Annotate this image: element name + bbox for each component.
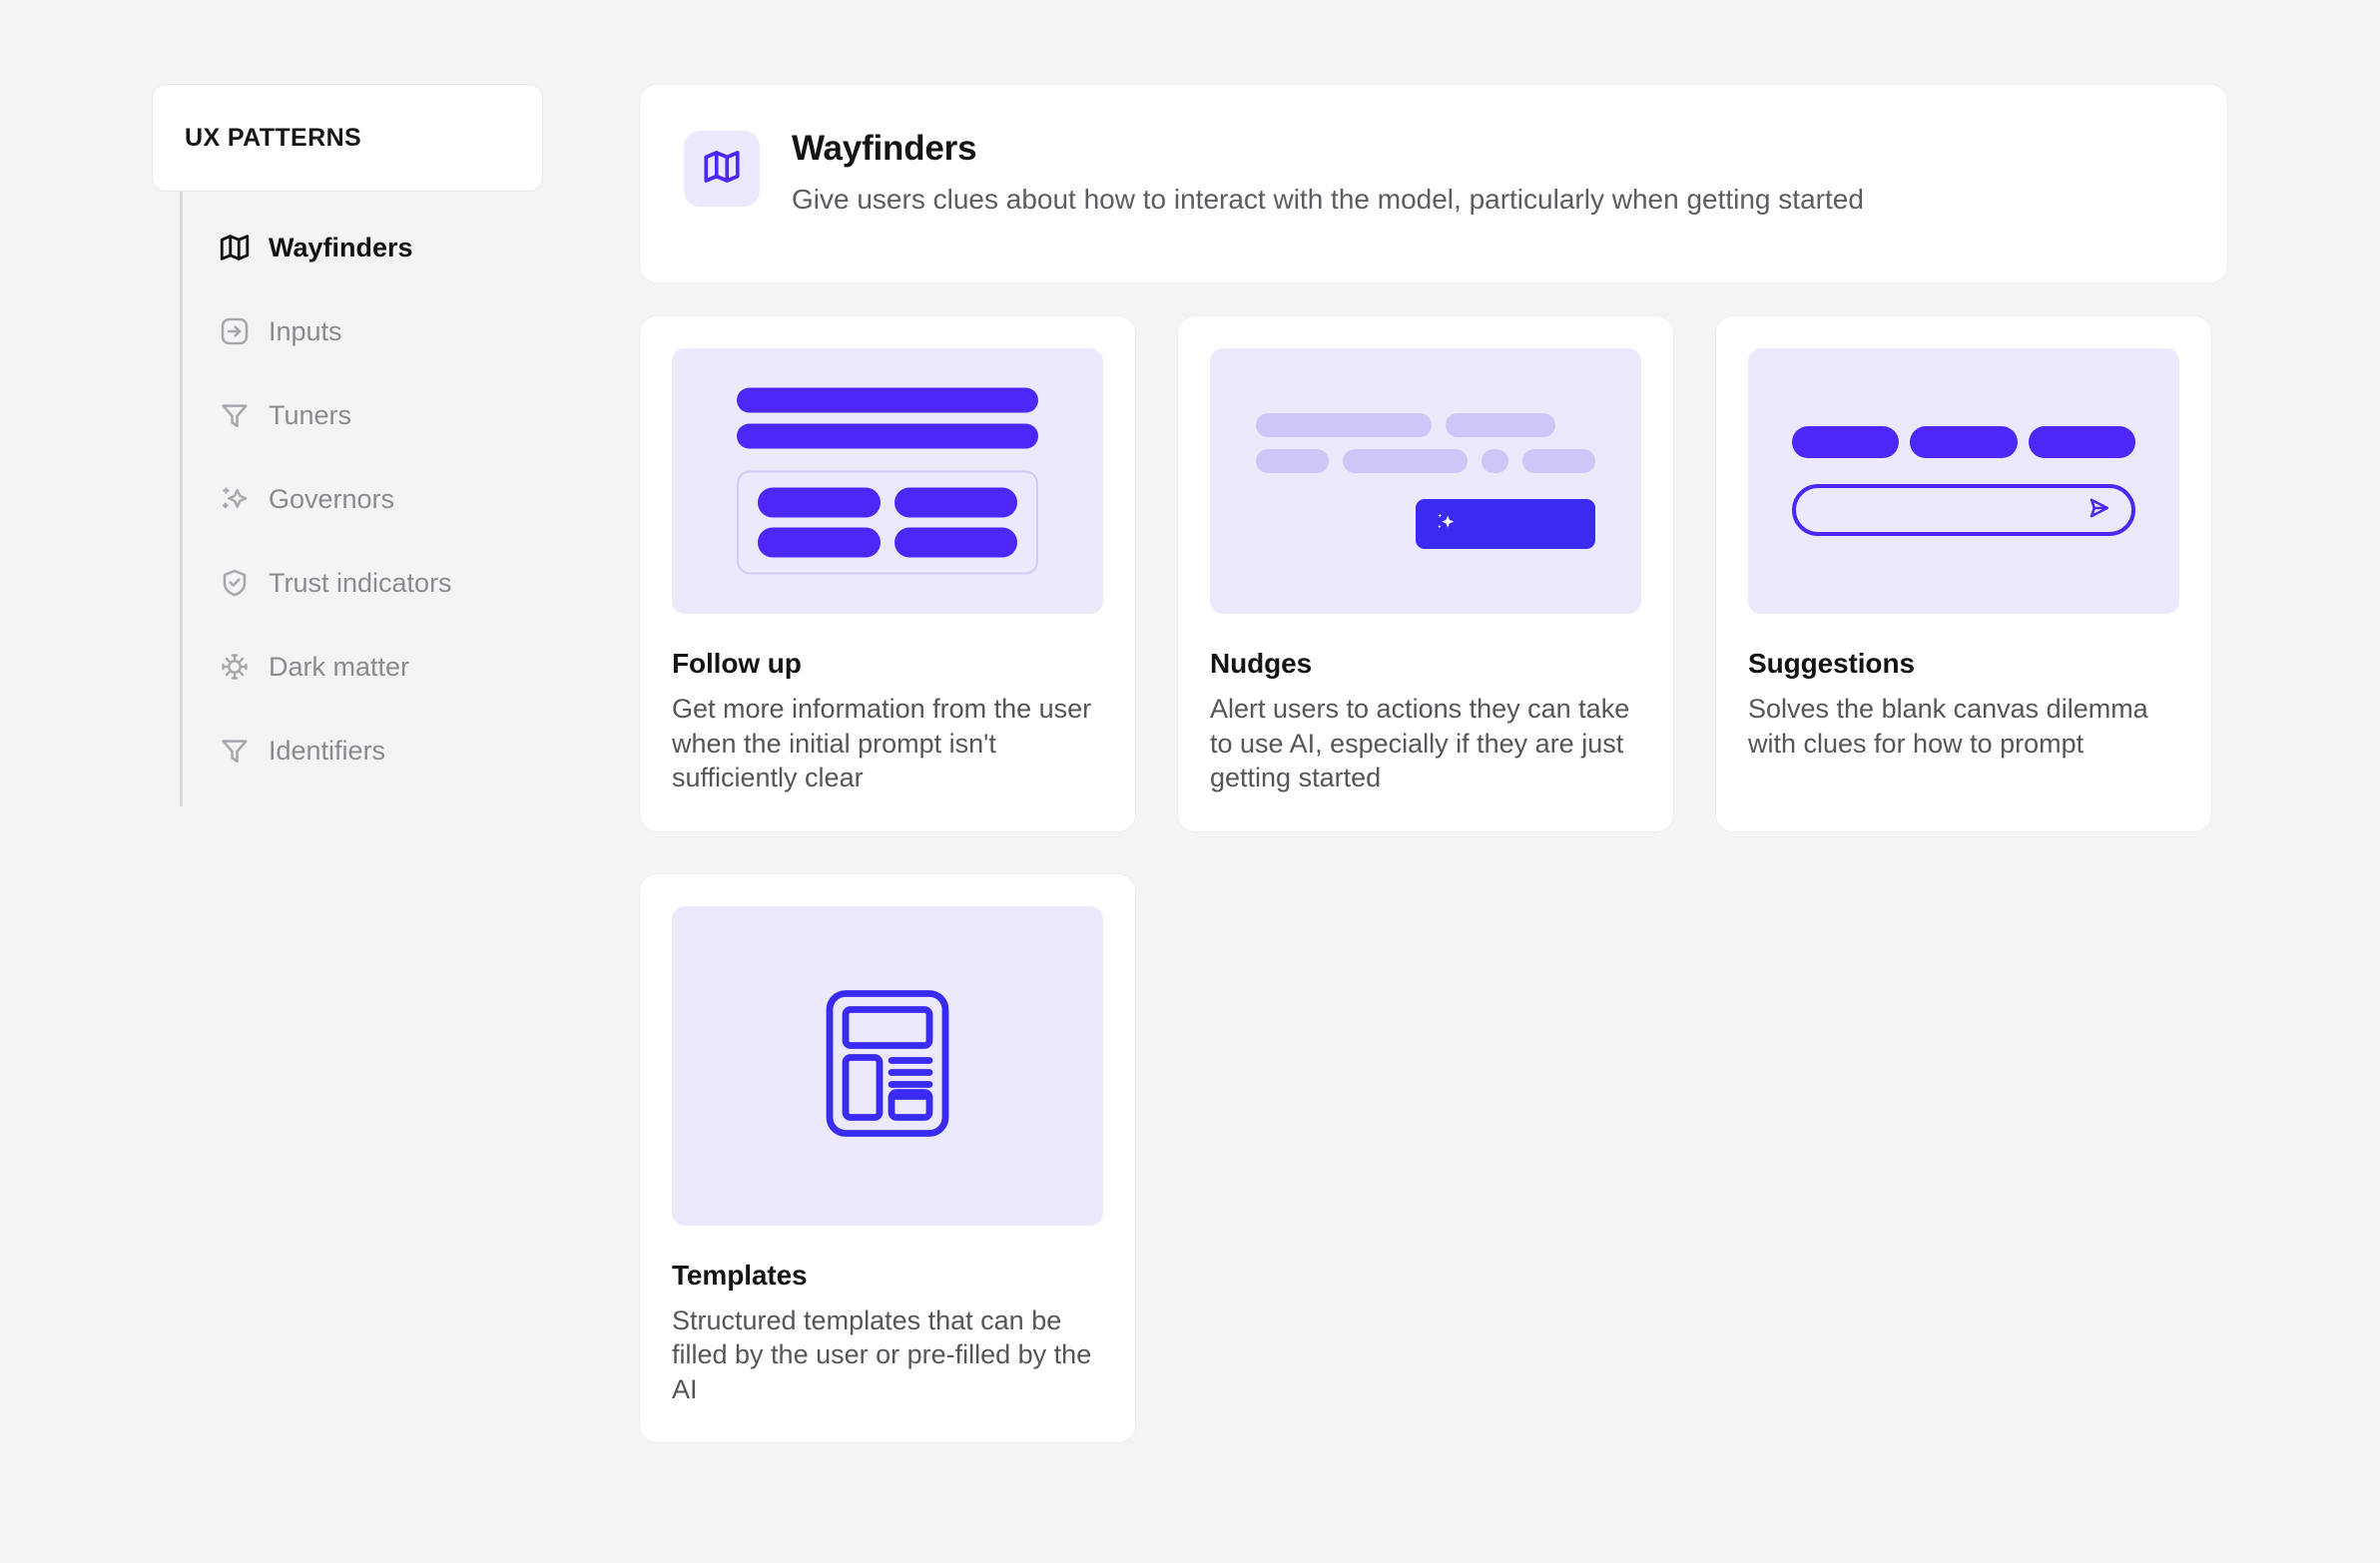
prompt-input-illustration[interactable] (1792, 484, 2135, 536)
illustration-bar (737, 387, 1038, 413)
page-description: Give users clues about how to interact w… (792, 183, 1864, 215)
card-title: Follow up (672, 648, 802, 679)
sidebar-nav: Wayfinders Inputs Tuners Governors Trust… (180, 192, 543, 806)
sidebar-item-label: Inputs (269, 315, 342, 346)
sparkle-icon (218, 482, 252, 516)
nudges-illustration (1210, 348, 1641, 614)
illustration-chip (758, 487, 881, 518)
sidebar-item-governors[interactable]: Governors (183, 457, 543, 541)
hero-text: Wayfinders Give users clues about how to… (792, 125, 1864, 220)
card-description: Get more information from the user when … (672, 694, 1092, 793)
card-title: Nudges (1210, 648, 1313, 679)
skeleton-bar (1342, 449, 1469, 473)
sidebar-item-label: Trust indicators (269, 567, 452, 598)
page-title: Wayfinders (792, 129, 977, 168)
sidebar-item-identifiers[interactable]: Identifiers (183, 709, 543, 792)
sidebar-header-title: UX PATTERNS (185, 123, 362, 152)
pattern-card-templates[interactable]: Templates Structured templates that can … (639, 872, 1136, 1444)
app-root: UX PATTERNS Wayfinders Inputs Tuners Gov… (0, 0, 2380, 1563)
suggestion-pill (2028, 426, 2135, 458)
map-icon (218, 231, 252, 264)
follow-up-illustration (672, 348, 1103, 614)
sidebar-item-label: Tuners (269, 399, 352, 430)
virus-icon (218, 650, 252, 684)
pattern-card-grid-row-2: Templates Structured templates that can … (639, 872, 2228, 1444)
sidebar-item-trust-indicators[interactable]: Trust indicators (183, 541, 543, 625)
nudge-action-button[interactable] (1416, 499, 1595, 549)
sidebar-item-label: Identifiers (269, 735, 386, 766)
pattern-card-follow-up[interactable]: Follow up Get more information from the … (639, 315, 1136, 832)
arrow-into-box-icon (218, 314, 252, 348)
funnel-icon (218, 398, 252, 432)
illustration-bar (737, 423, 1038, 449)
pattern-card-grid: Follow up Get more information from the … (639, 315, 2228, 832)
card-title: Suggestions (1748, 648, 1915, 679)
shield-check-icon (218, 566, 252, 600)
sidebar-item-wayfinders[interactable]: Wayfinders (183, 206, 543, 289)
skeleton-dot (1482, 449, 1509, 473)
sidebar: UX PATTERNS Wayfinders Inputs Tuners Gov… (152, 84, 543, 806)
card-description: Structured templates that can be filled … (672, 1304, 1092, 1404)
skeleton-bar (1256, 449, 1329, 473)
sidebar-item-label: Governors (269, 483, 395, 514)
card-description: Alert users to actions they can take to … (1210, 694, 1630, 793)
illustration-chip (894, 527, 1017, 558)
illustration-chip (758, 527, 881, 558)
main-content: Wayfinders Give users clues about how to… (639, 84, 2228, 1444)
layout-template-icon (824, 989, 951, 1143)
pattern-card-nudges[interactable]: Nudges Alert users to actions they can t… (1177, 315, 1674, 832)
map-icon (701, 146, 743, 193)
templates-illustration (672, 905, 1103, 1226)
hero-icon-tile (684, 131, 760, 207)
sidebar-item-label: Wayfinders (269, 232, 413, 262)
suggestion-pill (1792, 426, 1900, 458)
sidebar-header: UX PATTERNS (152, 84, 543, 192)
card-title: Templates (672, 1259, 808, 1291)
sparkle-icon (1434, 510, 1458, 539)
illustration-chip (894, 487, 1017, 518)
pattern-card-suggestions[interactable]: Suggestions Solves the blank canvas dile… (1715, 315, 2212, 832)
sidebar-item-label: Dark matter (269, 651, 410, 682)
sidebar-item-tuners[interactable]: Tuners (183, 373, 543, 457)
sidebar-item-dark-matter[interactable]: Dark matter (183, 625, 543, 709)
skeleton-bar (1446, 413, 1555, 437)
send-icon[interactable] (2083, 493, 2113, 528)
illustration-option-box (737, 470, 1038, 575)
skeleton-bar (1522, 449, 1596, 473)
hero-card: Wayfinders Give users clues about how to… (639, 84, 2228, 283)
skeleton-bar (1256, 413, 1432, 437)
card-description: Solves the blank canvas dilemma with clu… (1748, 694, 2148, 759)
sidebar-item-inputs[interactable]: Inputs (183, 289, 543, 373)
suggestion-pill (1910, 426, 2018, 458)
funnel-icon (218, 734, 252, 768)
suggestions-illustration (1748, 348, 2179, 614)
